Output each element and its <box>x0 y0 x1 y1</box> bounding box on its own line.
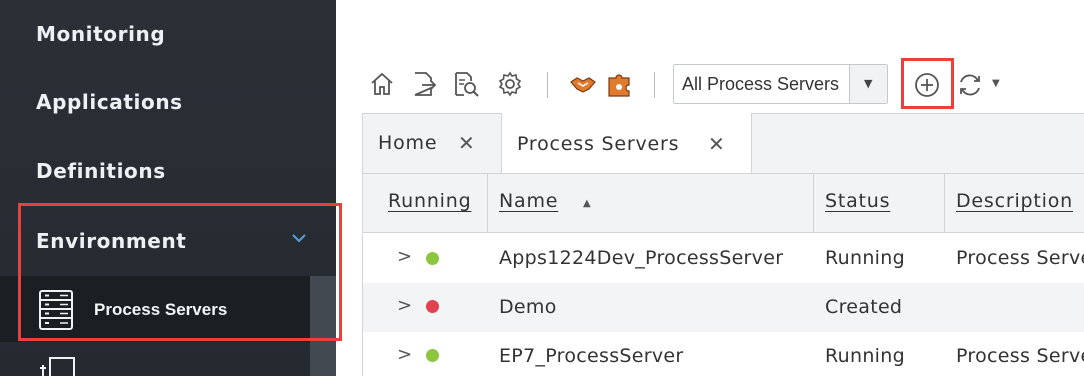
close-icon[interactable]: ✕ <box>708 132 726 156</box>
column-separator[interactable] <box>813 173 814 233</box>
column-separator[interactable] <box>487 173 488 233</box>
row-status: Running <box>825 345 905 367</box>
home-icon[interactable] <box>368 70 396 98</box>
expand-row-icon[interactable]: > <box>397 295 412 316</box>
process-server-filter-select[interactable]: All Process Servers ▼ <box>673 64 888 104</box>
handshake-icon[interactable] <box>569 70 597 98</box>
sidebar-item-label: Monitoring <box>36 22 166 46</box>
sidebar-item-definitions[interactable]: Definitions <box>0 137 336 205</box>
running-status-dot <box>426 300 439 313</box>
column-header-name[interactable]: Name <box>499 190 558 212</box>
row-name[interactable]: Demo <box>499 296 557 318</box>
sidebar-item-monitoring[interactable]: Monitoring <box>0 0 336 68</box>
sidebar-item-label: Definitions <box>36 159 166 183</box>
search-document-icon[interactable] <box>452 70 480 98</box>
close-icon[interactable]: ✕ <box>458 131 476 155</box>
sidebar: Monitoring Applications Definitions Envi… <box>0 0 342 376</box>
tab-label: Process Servers <box>517 132 680 155</box>
expand-row-icon[interactable]: > <box>397 344 412 365</box>
export-icon[interactable] <box>410 70 438 98</box>
tab-process-servers[interactable]: Process Servers ✕ <box>502 113 752 174</box>
column-separator[interactable] <box>944 173 945 233</box>
partial-item-icon <box>40 357 75 376</box>
running-status-dot <box>426 349 439 362</box>
filter-selected-value: All Process Servers <box>682 74 840 94</box>
row-name[interactable]: Apps1224Dev_ProcessServer <box>499 247 783 269</box>
refresh-icon[interactable] <box>956 71 984 99</box>
sidebar-item-label: Applications <box>36 90 183 114</box>
puzzle-icon[interactable] <box>605 70 633 98</box>
sidebar-item-applications[interactable]: Applications <box>0 68 336 136</box>
row-description: Process Serve <box>956 345 1084 367</box>
toolbar-separator <box>654 72 655 98</box>
row-description: Process Serve <box>956 247 1084 269</box>
environment-highlight-box <box>18 203 342 341</box>
column-header-running[interactable]: Running <box>388 190 471 212</box>
row-name[interactable]: EP7_ProcessServer <box>499 345 684 367</box>
column-header-description[interactable]: Description <box>956 190 1073 212</box>
expand-row-icon[interactable]: > <box>397 246 412 267</box>
add-button-highlight-box <box>901 58 954 109</box>
filter-dropdown-button[interactable]: ▼ <box>849 65 887 103</box>
column-header-status[interactable]: Status <box>825 190 890 212</box>
row-status: Created <box>825 296 903 318</box>
gear-icon[interactable] <box>496 70 524 98</box>
tab-label: Home <box>378 132 438 154</box>
sort-ascending-icon: ▲ <box>583 198 591 209</box>
table-row[interactable] <box>362 283 1084 332</box>
row-status: Running <box>825 247 905 269</box>
tab-home[interactable]: Home ✕ <box>362 113 502 173</box>
refresh-options-caret-icon[interactable]: ▼ <box>992 78 1000 89</box>
running-status-dot <box>426 252 439 265</box>
toolbar-separator <box>547 72 548 98</box>
caret-down-icon: ▼ <box>864 77 873 90</box>
